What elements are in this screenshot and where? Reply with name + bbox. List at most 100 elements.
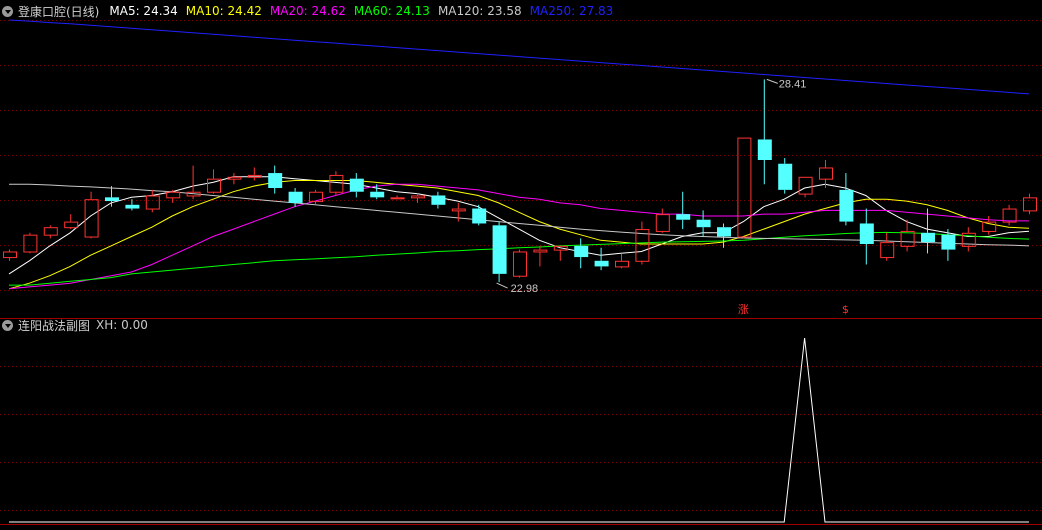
candle[interactable] — [961, 227, 976, 252]
candle[interactable] — [533, 245, 548, 267]
candle-body — [941, 234, 956, 250]
candle-body — [431, 195, 446, 205]
candle-body — [717, 227, 731, 237]
candle[interactable] — [125, 199, 140, 211]
candle-body — [349, 178, 364, 192]
candle-body — [533, 249, 548, 253]
ma-legend-ma250: MA250: 27.83 — [529, 4, 614, 18]
ma-legend-items: MA5: 24.34 MA10: 24.42 MA20: 24.62 MA60: 24… — [109, 4, 621, 18]
signal-marker: $ — [842, 303, 849, 316]
sub-dropdown-menu-icon[interactable] — [2, 319, 13, 331]
dropdown-menu-icon[interactable] — [2, 5, 13, 17]
low-price-label: 22.98 — [511, 283, 539, 295]
candle[interactable] — [390, 195, 405, 200]
candle-body — [655, 214, 670, 232]
candle-body — [64, 221, 79, 229]
ma-legend-ma120: MA120: 23.58 — [437, 4, 522, 18]
candle[interactable] — [513, 249, 527, 278]
moving-average-lines — [8, 19, 1030, 290]
candle-body — [819, 167, 833, 180]
candle[interactable] — [492, 221, 507, 283]
candle[interactable] — [145, 189, 160, 213]
candle[interactable] — [227, 173, 242, 185]
candle[interactable] — [268, 165, 283, 194]
ma-legend-ma10: MA10: 24.42 — [185, 4, 262, 18]
high-arrow — [766, 78, 778, 84]
candle-body — [268, 173, 283, 188]
candle[interactable] — [247, 167, 262, 181]
sub-chart[interactable] — [9, 337, 1029, 523]
candle[interactable] — [900, 219, 915, 252]
candle[interactable] — [1023, 193, 1037, 215]
candle-body — [778, 163, 793, 190]
chart-title: 登康口腔(日线) — [18, 4, 100, 19]
candle[interactable] — [349, 173, 364, 198]
main-legend: 登康口腔(日线) MA5: 24.34 MA10: 24.42 MA20: 24.6… — [0, 3, 621, 19]
candle-body — [737, 137, 752, 238]
candle-body — [757, 139, 772, 160]
ma-legend-ma5: MA5: 24.34 — [109, 4, 178, 18]
candle[interactable] — [982, 216, 997, 235]
candle-body — [615, 260, 629, 268]
candle[interactable] — [717, 223, 731, 248]
candle[interactable] — [880, 232, 895, 261]
sub-chart-title: 连阳战法副图 — [18, 318, 91, 333]
candle[interactable] — [207, 169, 221, 194]
candle-body — [390, 197, 405, 200]
candle-body — [43, 227, 58, 236]
candle[interactable] — [1002, 204, 1017, 226]
ma-line-ma10 — [8, 180, 1030, 290]
candle-body — [3, 251, 17, 259]
candle-body — [370, 191, 385, 198]
candle[interactable] — [64, 214, 79, 230]
candle-body — [451, 208, 466, 212]
candle[interactable] — [778, 158, 793, 194]
candle[interactable] — [839, 173, 854, 226]
candle-body — [921, 232, 935, 243]
candle-body — [125, 204, 140, 209]
candle-body — [166, 191, 181, 199]
candle-body — [798, 176, 813, 195]
candle[interactable] — [757, 79, 772, 185]
grid-lines — [0, 20, 1042, 525]
candle[interactable] — [594, 247, 609, 271]
stock-chart[interactable]: 28.41 22.98 涨 $ — [0, 0, 1042, 530]
ma-legend-ma20: MA20: 24.62 — [269, 4, 346, 18]
sub-legend: 连阳战法副图 XH: 0.00 — [0, 317, 156, 333]
candle[interactable] — [615, 253, 629, 269]
candle[interactable] — [431, 191, 446, 209]
candle-body — [472, 208, 487, 224]
candle-body — [145, 195, 160, 210]
low-arrow — [496, 282, 508, 289]
xh-line — [9, 337, 1029, 523]
candle-body — [880, 242, 895, 259]
candle[interactable] — [676, 191, 691, 230]
xh-value: XH: 0.00 — [96, 318, 148, 332]
candle[interactable] — [472, 204, 487, 226]
candle-body — [411, 195, 425, 199]
candle-body — [288, 191, 303, 203]
candle[interactable] — [3, 249, 17, 261]
candle-body — [839, 189, 854, 222]
candle[interactable] — [655, 208, 670, 233]
candle-body — [105, 197, 119, 202]
ma-legend-ma60: MA60: 24.13 — [353, 4, 430, 18]
ma-line-ma250 — [8, 19, 1030, 95]
candle[interactable] — [859, 208, 874, 265]
candle[interactable] — [574, 238, 589, 269]
candle-body — [492, 225, 507, 274]
high-price-label: 28.41 — [779, 78, 807, 90]
candle[interactable] — [43, 225, 58, 239]
candle[interactable] — [921, 208, 935, 254]
candle[interactable] — [23, 232, 38, 254]
candle-body — [329, 174, 344, 193]
candle-body — [1023, 197, 1037, 212]
candle[interactable] — [105, 186, 119, 207]
candle[interactable] — [819, 160, 833, 188]
candle-body — [594, 260, 609, 267]
candle-body — [696, 219, 711, 228]
candle-body — [574, 245, 589, 258]
candle-body — [513, 251, 527, 277]
candle-body — [1002, 208, 1017, 223]
candlesticks[interactable] — [3, 79, 1037, 283]
